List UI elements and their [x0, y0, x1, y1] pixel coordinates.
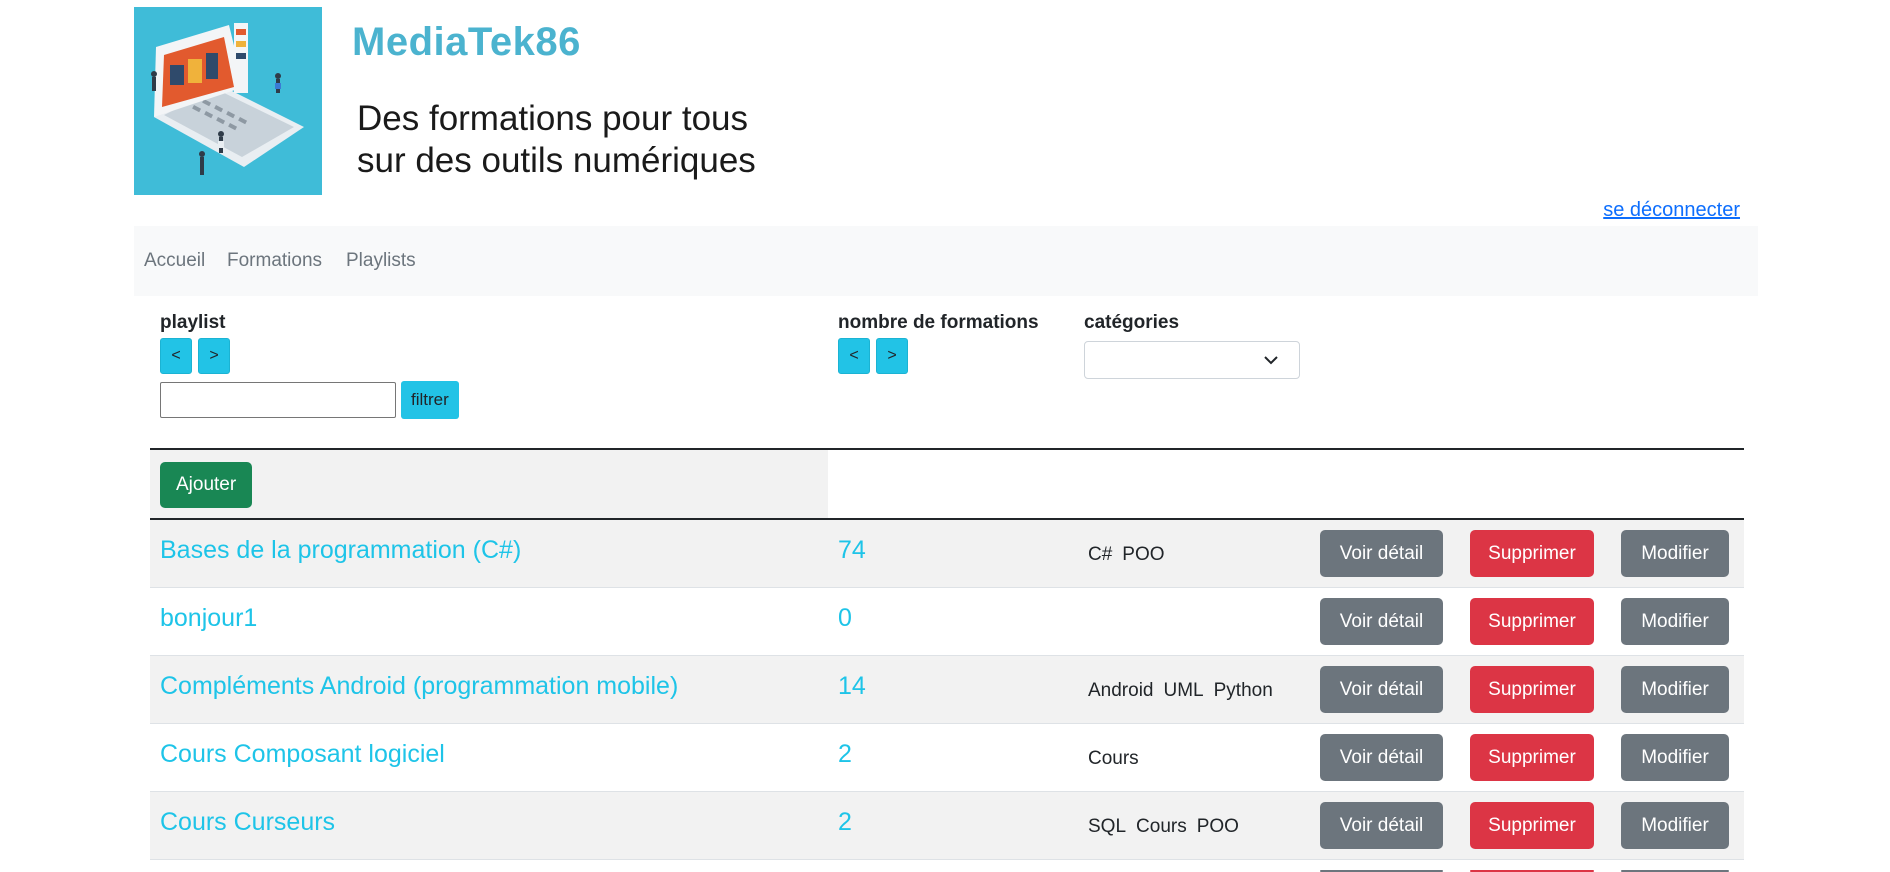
delete-button[interactable]: Supprimer [1470, 666, 1594, 713]
table-row: bonjour1 0 Voir détail Supprimer Modifie… [150, 588, 1744, 656]
site-tagline: Des formations pour tous sur des outils … [357, 98, 756, 182]
formation-count: 14 [838, 672, 866, 700]
category-tag: POO [1122, 544, 1165, 565]
category-tag: UML [1163, 680, 1204, 701]
table-row: Bases de la programmation (C#) 74 C# POO … [150, 520, 1744, 588]
playlist-name-link[interactable]: bonjour1 [160, 604, 257, 633]
categories-cell: SQL Cours POO [1088, 816, 1249, 838]
playlist-filter-input[interactable] [160, 382, 396, 418]
view-detail-button[interactable]: Voir détail [1320, 802, 1443, 849]
delete-button[interactable]: Supprimer [1470, 530, 1594, 577]
formation-count: 2 [838, 808, 852, 836]
formation-count: 0 [838, 604, 852, 632]
nav-item-accueil[interactable]: Accueil [144, 250, 205, 272]
playlist-column-label: playlist [160, 312, 226, 333]
view-detail-button[interactable]: Voir détail [1320, 598, 1443, 645]
category-tag: Android [1088, 680, 1154, 701]
count-sort-desc-button[interactable]: > [876, 338, 908, 374]
filter-button[interactable]: filtrer [401, 381, 459, 419]
tagline-line-1: Des formations pour tous [357, 99, 749, 138]
table-header-cell: Ajouter [150, 450, 828, 518]
playlist-name-link[interactable]: Bases de la programmation (C#) [160, 536, 521, 565]
category-tag: SQL [1088, 816, 1127, 837]
nav-item-playlists[interactable]: Playlists [346, 250, 416, 272]
delete-button[interactable]: Supprimer [1470, 598, 1594, 645]
modify-button[interactable]: Modifier [1621, 802, 1729, 849]
formation-count: 74 [838, 536, 866, 564]
formation-count: 2 [838, 740, 852, 768]
playlist-name-link[interactable]: Cours Composant logiciel [160, 740, 445, 769]
brand-title: MediaTek86 [352, 20, 581, 64]
playlist-name-link[interactable]: Cours Curseurs [160, 808, 335, 837]
delete-button[interactable]: Supprimer [1470, 802, 1594, 849]
playlist-name-link[interactable]: Compléments Android (programmation mobil… [160, 672, 678, 701]
modify-button[interactable]: Modifier [1621, 666, 1729, 713]
table-row: Cours Curseurs 2 SQL Cours POO Voir détail… [150, 792, 1744, 860]
count-column-label: nombre de formations [838, 312, 1039, 333]
nav-item-formations[interactable]: Formations [227, 250, 322, 272]
category-tag: C# [1088, 544, 1113, 565]
logout-link[interactable]: se déconnecter [1603, 199, 1740, 222]
delete-button[interactable]: Supprimer [1470, 734, 1594, 781]
view-detail-button[interactable]: Voir détail [1320, 666, 1443, 713]
add-playlist-button[interactable]: Ajouter [160, 462, 253, 508]
main-navbar: Accueil Formations Playlists [134, 226, 1758, 296]
modify-button[interactable]: Modifier [1621, 530, 1729, 577]
playlist-sort-asc-button[interactable]: < [160, 338, 192, 374]
page-container: MediaTek86 Des formations pour tous sur … [134, 0, 1758, 872]
count-sort-asc-button[interactable]: < [838, 338, 870, 374]
site-logo [134, 7, 322, 195]
category-tag: Python [1213, 680, 1273, 701]
categories-select[interactable] [1084, 341, 1300, 379]
table-row: Compléments Android (programmation mobil… [150, 656, 1744, 724]
playlist-sort-desc-button[interactable]: > [198, 338, 230, 374]
table-row: Cours Composant logiciel 2 Cours Voir dé… [150, 724, 1744, 792]
categories-cell: C# POO [1088, 544, 1175, 566]
modify-button[interactable]: Modifier [1621, 598, 1729, 645]
category-tag: POO [1196, 816, 1239, 837]
modify-button[interactable]: Modifier [1621, 734, 1729, 781]
categories-cell: Cours [1088, 748, 1149, 770]
chevron-down-icon [1264, 356, 1278, 365]
view-detail-button[interactable]: Voir détail [1320, 734, 1443, 781]
categories-cell: Android UML Python [1088, 680, 1283, 702]
categories-column-label: catégories [1084, 312, 1180, 333]
view-detail-button[interactable]: Voir détail [1320, 530, 1443, 577]
tagline-line-2: sur des outils numériques [357, 141, 756, 180]
category-tag: Cours [1136, 816, 1187, 837]
category-tag: Cours [1088, 748, 1139, 769]
